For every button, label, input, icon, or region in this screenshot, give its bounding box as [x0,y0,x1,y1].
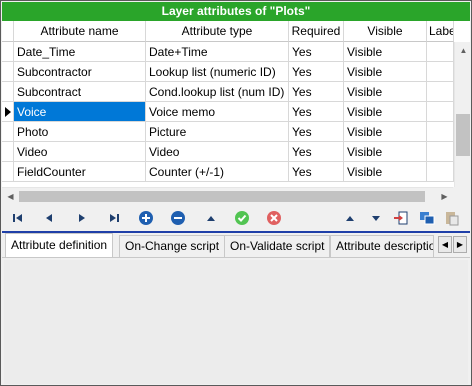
first-record-button[interactable] [8,208,28,228]
paste-button[interactable] [442,208,462,228]
scroll-left-arrow-icon[interactable]: ◀ [2,188,19,205]
attribute-name-cell[interactable]: Voice [14,102,146,122]
column-header-attribute-type[interactable]: Attribute type [146,21,289,42]
tab-attribute-description[interactable]: Attribute description [330,235,434,257]
add-icon [139,211,153,225]
cancel-icon [267,211,281,225]
import-button[interactable] [391,208,411,228]
row-indicator[interactable] [2,122,14,142]
attribute-name-cell[interactable]: Photo [14,122,146,142]
move-up-button[interactable] [201,208,221,228]
vertical-scrollbar[interactable]: ▲ ▼ [454,42,470,204]
attribute-name-cell[interactable]: FieldCounter [14,162,146,182]
row-indicator-header [2,21,14,42]
import-icon [394,211,408,225]
tab-on-validate-script[interactable]: On-Validate script [224,235,331,257]
sort-down-icon [372,216,380,221]
scroll-right-arrow-icon[interactable]: ▶ [436,188,453,205]
attribute-type-cell[interactable]: Picture [146,122,289,142]
row-indicator[interactable] [2,162,14,182]
required-cell[interactable]: Yes [289,102,344,122]
attribute-type-cell[interactable]: Date+Time [146,42,289,62]
label-cell[interactable] [427,142,454,162]
tab-on-change-script[interactable]: On-Change script [119,235,226,257]
label-cell[interactable] [427,102,454,122]
attribute-type-cell[interactable]: Lookup list (numeric ID) [146,62,289,82]
attribute-type-cell[interactable]: Cond.lookup list (num ID) [146,82,289,102]
label-cell[interactable] [427,82,454,102]
confirm-button[interactable] [232,208,252,228]
sort-down-button[interactable] [366,208,386,228]
visible-cell[interactable]: Visible [344,82,427,102]
confirm-icon [235,211,249,225]
row-indicator[interactable] [2,42,14,62]
cancel-button[interactable] [264,208,284,228]
window-title: Layer attributes of "Plots" [2,2,470,21]
tab-scroll-left-icon[interactable]: ◀ [438,236,452,253]
next-record-button[interactable] [72,208,92,228]
copy-layer-button[interactable] [417,208,437,228]
remove-attribute-button[interactable] [168,208,188,228]
column-header-label[interactable]: Labe [427,21,454,42]
attributes-grid[interactable]: Attribute name Attribute type Required V… [2,21,470,204]
attribute-type-cell[interactable]: Counter (+/-1) [146,162,289,182]
required-cell[interactable]: Yes [289,162,344,182]
row-indicator[interactable] [2,82,14,102]
grid-header: Attribute name Attribute type Required V… [2,21,470,42]
label-cell[interactable] [427,162,454,182]
first-record-icon [13,214,22,222]
label-cell[interactable] [427,122,454,142]
visible-cell[interactable]: Visible [344,42,427,62]
add-attribute-button[interactable] [136,208,156,228]
row-indicator[interactable] [2,142,14,162]
visible-cell[interactable]: Visible [344,142,427,162]
attribute-name-cell[interactable]: Subcontractor [14,62,146,82]
remove-icon [171,211,185,225]
last-record-icon [110,214,119,222]
attribute-name-cell[interactable]: Subcontract [14,82,146,102]
vertical-scroll-thumb[interactable] [456,114,470,156]
move-up-icon [207,216,215,221]
sort-up-button[interactable] [340,208,360,228]
required-cell[interactable]: Yes [289,142,344,162]
column-header-visible[interactable]: Visible [344,21,427,42]
row-indicator[interactable] [2,62,14,82]
layer-attributes-window: Layer attributes of "Plots" Attribute na… [0,0,472,386]
horizontal-scroll-thumb[interactable] [19,191,425,202]
last-record-button[interactable] [104,208,124,228]
required-cell[interactable]: Yes [289,122,344,142]
copy-layer-icon [420,212,435,225]
visible-cell[interactable]: Visible [344,102,427,122]
attribute-name-cell[interactable]: Date_Time [14,42,146,62]
tab-panel [2,257,470,385]
column-header-attribute-name[interactable]: Attribute name [14,21,146,42]
navigation-toolbar [2,205,470,231]
sort-up-icon [346,216,354,221]
tab-strip: Attribute definition On-Change script On… [2,233,470,257]
horizontal-scrollbar[interactable]: ◀ ▶ [2,187,453,204]
scroll-up-arrow-icon[interactable]: ▲ [455,42,470,59]
paste-icon [446,212,459,226]
previous-record-button[interactable] [39,208,59,228]
current-row-arrow-icon [5,107,11,117]
column-header-required[interactable]: Required [289,21,344,42]
required-cell[interactable]: Yes [289,82,344,102]
previous-record-icon [46,214,52,222]
attribute-name-cell[interactable]: Video [14,142,146,162]
attribute-definition-panel [4,260,468,384]
next-record-icon [79,214,85,222]
visible-cell[interactable]: Visible [344,62,427,82]
label-cell[interactable] [427,42,454,62]
row-indicator[interactable] [2,102,14,122]
label-cell[interactable] [427,62,454,82]
tab-scroll-right-icon[interactable]: ▶ [453,236,467,253]
attribute-type-cell[interactable]: Video [146,142,289,162]
visible-cell[interactable]: Visible [344,162,427,182]
attribute-type-cell[interactable]: Voice memo [146,102,289,122]
visible-cell[interactable]: Visible [344,122,427,142]
tab-attribute-definition[interactable]: Attribute definition [5,233,114,257]
scrollbar-corner [453,187,470,204]
required-cell[interactable]: Yes [289,62,344,82]
required-cell[interactable]: Yes [289,42,344,62]
